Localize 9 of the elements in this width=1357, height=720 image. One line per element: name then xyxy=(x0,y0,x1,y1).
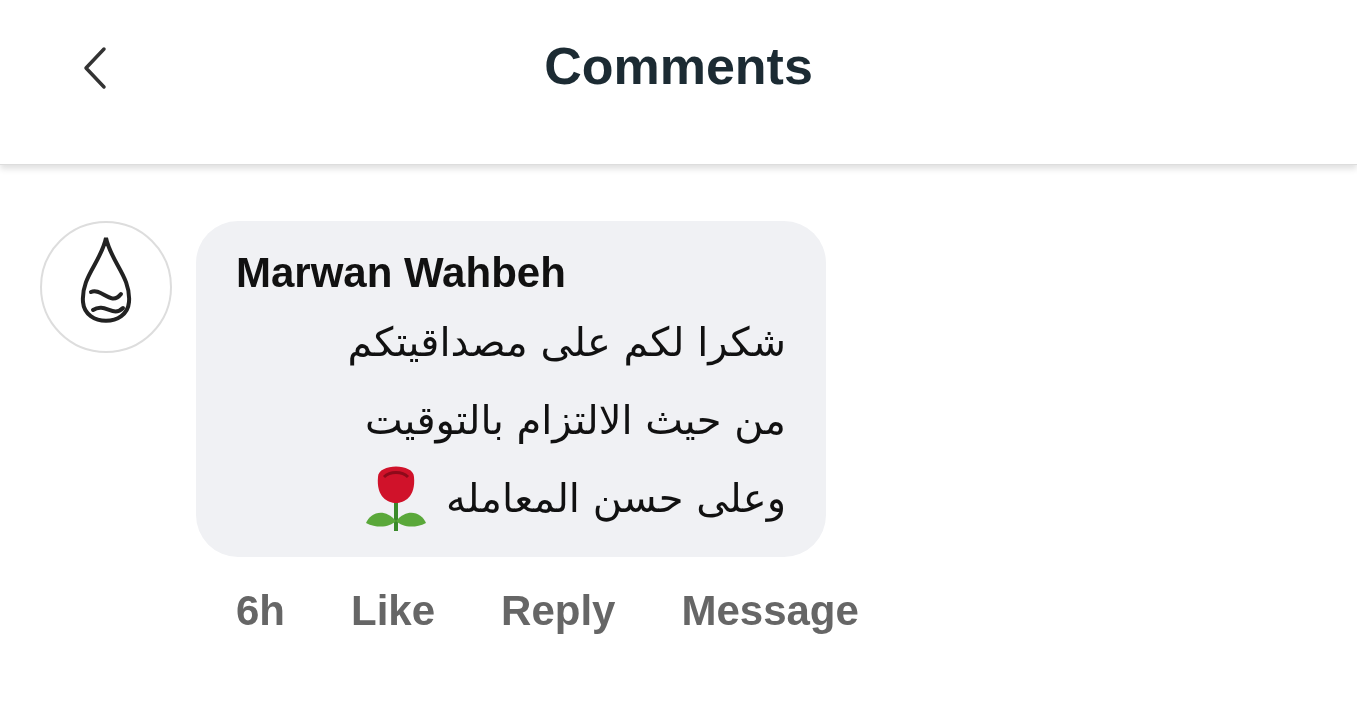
page-title: Comments xyxy=(544,36,813,96)
like-button[interactable]: Like xyxy=(351,587,436,635)
comment-time: 6h xyxy=(236,587,285,635)
comment-text: شكرا لكم على مصداقيتكم xyxy=(347,319,786,365)
reply-button[interactable]: Reply xyxy=(501,587,616,635)
message-button[interactable]: Message xyxy=(681,587,859,635)
comment-text: من حيث الالتزام بالتوقيت xyxy=(365,397,786,443)
author-name: Marwan Wahbeh xyxy=(236,249,566,297)
comment-text: وعلى حسن المعامله xyxy=(445,475,786,521)
